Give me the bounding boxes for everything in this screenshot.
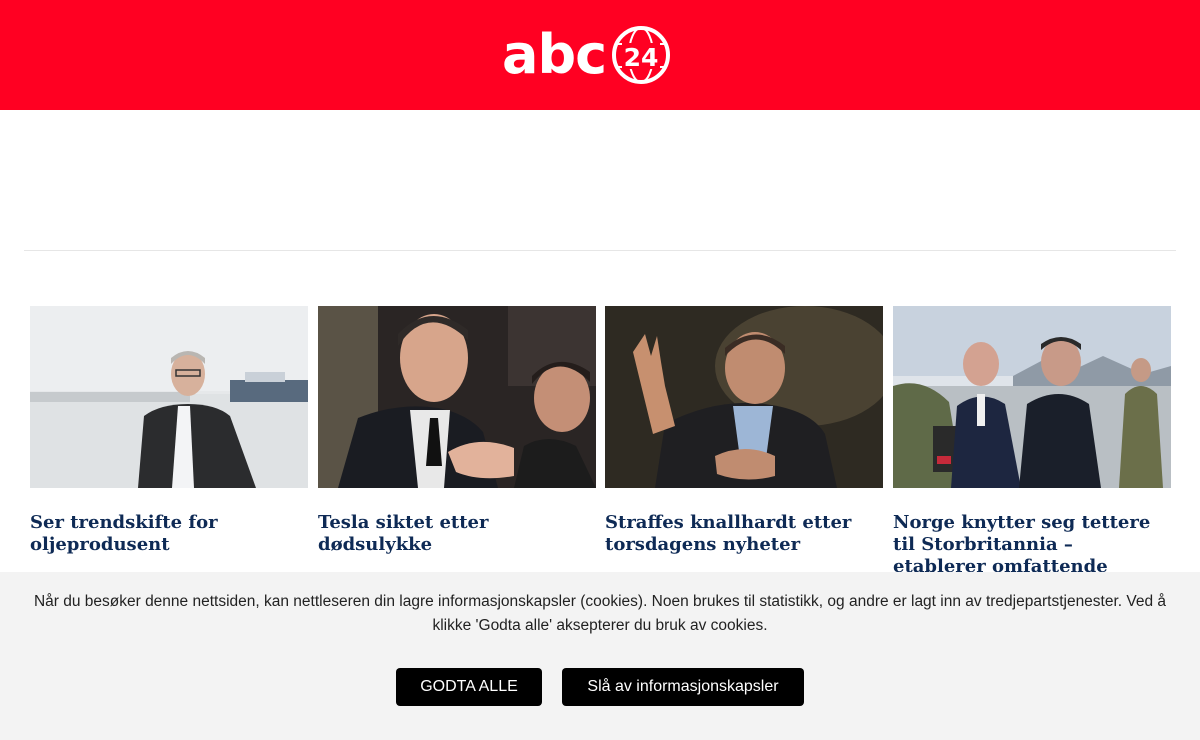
globe-24-icon: 24 — [612, 26, 671, 84]
disable-cookies-button[interactable]: Slå av informasjonskapsler — [562, 668, 804, 706]
logo-number: 24 — [624, 43, 659, 72]
article-image[interactable] — [605, 306, 883, 488]
accept-all-button[interactable]: GODTA ALLE — [396, 668, 542, 706]
article-image[interactable] — [318, 306, 596, 488]
ad-divider — [24, 250, 1176, 251]
article-card: Ser trendskifte for oljeprodusent — [30, 306, 308, 556]
cookie-message: Når du besøker denne nettsiden, kan nett… — [33, 593, 1167, 634]
article-card: Straffes knallhardt etter torsdagens nyh… — [605, 306, 883, 556]
article-headline[interactable]: Straffes knallhardt etter torsdagens nyh… — [605, 512, 883, 556]
article-card: Tesla siktet etter dødsulykke — [318, 306, 596, 556]
site-header: abc 24 — [0, 0, 1200, 110]
site-logo[interactable]: abc 24 — [502, 22, 671, 88]
article-headline[interactable]: Tesla siktet etter dødsulykke — [318, 512, 596, 556]
cookie-banner: Når du besøker denne nettsiden, kan nett… — [0, 572, 1200, 740]
article-card: Norge knytter seg tettere til Storbritan… — [893, 306, 1171, 600]
article-image[interactable] — [30, 306, 308, 488]
article-image[interactable] — [893, 306, 1171, 488]
logo-text: abc — [502, 23, 607, 86]
article-headline[interactable]: Ser trendskifte for oljeprodusent — [30, 512, 308, 556]
